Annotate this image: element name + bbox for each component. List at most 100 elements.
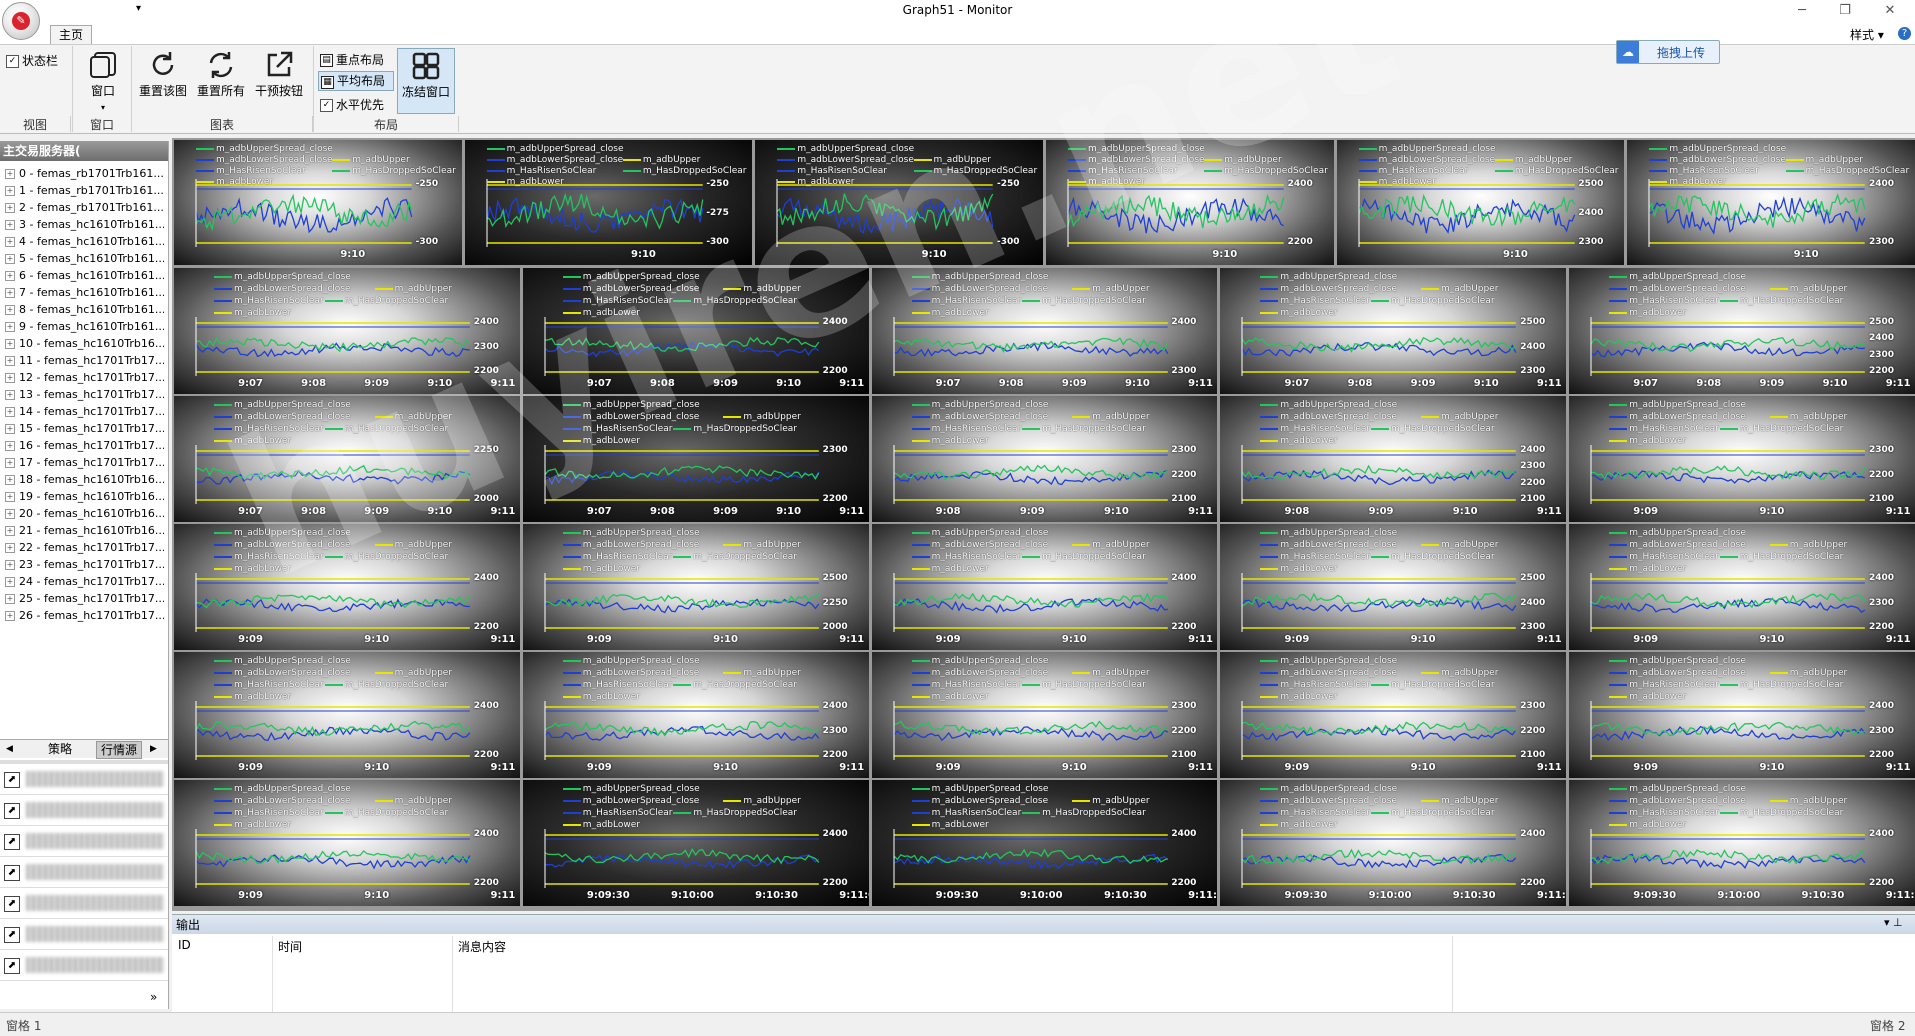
tree-item[interactable]: +5 - femas_hc1610Trb161... (0, 250, 164, 267)
tree-item[interactable]: +23 - femas_hc1701Trb17... (0, 556, 164, 573)
chart-panel[interactable]: m_adbUpperSpread_close m_adbLowerSpread_c… (1220, 396, 1567, 522)
strategy-row[interactable]: ⬈ (0, 888, 168, 919)
chart-panel[interactable]: m_adbUpperSpread_close m_adbLowerSpread_c… (1569, 268, 1915, 394)
expand-plus-icon[interactable]: + (5, 356, 15, 366)
tree-item[interactable]: +25 - femas_hc1701Trb17... (0, 590, 164, 607)
output-pin-icon[interactable]: ▾ ⊥ (1884, 916, 1903, 929)
expand-plus-icon[interactable]: + (5, 203, 15, 213)
expand-plus-icon[interactable]: + (5, 169, 15, 179)
expand-plus-icon[interactable]: + (5, 322, 15, 332)
tree-item[interactable]: +26 - femas_hc1701Trb17... (0, 607, 164, 624)
open-arrow-icon[interactable]: ⬈ (4, 803, 20, 819)
scroll-right-icon[interactable]: ▶ (146, 741, 161, 757)
chart-panel[interactable]: m_adbUpperSpread_close m_adbLowerSpread_c… (174, 268, 520, 394)
col-header-message[interactable]: 消息内容 (458, 938, 506, 955)
focus-layout-button[interactable]: ▤ 重点布局 (320, 51, 384, 68)
tree-item[interactable]: +22 - femas_hc1701Trb17... (0, 539, 164, 556)
maximize-button[interactable]: ❐ (1825, 1, 1865, 21)
chart-panel[interactable]: m_adbUpperSpread_close m_adbLowerSpread_c… (1220, 780, 1567, 906)
expand-plus-icon[interactable]: + (5, 509, 15, 519)
chart-panel[interactable]: m_adbUpperSpread_close m_adbLowerSpread_c… (174, 524, 520, 650)
reset-this-chart-button[interactable]: 重置该图 (134, 48, 192, 106)
tree-item[interactable]: +2 - femas_rb1701Trb161... (0, 199, 164, 216)
expand-plus-icon[interactable]: + (5, 577, 15, 587)
minimize-button[interactable]: ─ (1782, 1, 1822, 21)
tree-item[interactable]: +24 - femas_hc1701Trb17... (0, 573, 164, 590)
open-arrow-icon[interactable]: ⬈ (4, 834, 20, 850)
chart-panel[interactable]: m_adbUpperSpread_close m_adbLowerSpread_c… (464, 140, 753, 265)
expand-plus-icon[interactable]: + (5, 288, 15, 298)
chart-panel[interactable]: m_adbUpperSpread_close m_adbLowerSpread_c… (174, 396, 520, 522)
chart-panel[interactable]: m_adbUpperSpread_close m_adbLowerSpread_c… (755, 140, 1043, 265)
expand-plus-icon[interactable]: + (5, 441, 15, 451)
tree-item[interactable]: +12 - femas_hc1701Trb17... (0, 369, 164, 386)
even-layout-button[interactable]: ▦ 平均布局 (318, 71, 394, 91)
expand-plus-icon[interactable]: + (5, 526, 15, 536)
strategy-row[interactable]: ⬈ (0, 857, 168, 888)
open-arrow-icon[interactable]: ⬈ (4, 772, 20, 788)
expand-plus-icon[interactable]: + (5, 543, 15, 553)
chart-panel[interactable]: m_adbUpperSpread_close m_adbLowerSpread_c… (1220, 652, 1567, 778)
tree-item[interactable]: +9 - femas_hc1610Trb161... (0, 318, 164, 335)
chart-panel[interactable]: m_adbUpperSpread_close m_adbLowerSpread_c… (522, 396, 869, 522)
open-arrow-icon[interactable]: ⬈ (4, 865, 20, 881)
tab-market-source[interactable]: 行情源 (96, 741, 143, 759)
chart-panel[interactable]: m_adbUpperSpread_close m_adbLowerSpread_c… (174, 140, 462, 265)
tree-item[interactable]: +11 - femas_hc1701Trb17... (0, 352, 164, 369)
expand-plus-icon[interactable]: + (5, 305, 15, 315)
tab-home[interactable]: 主页 (50, 25, 92, 44)
style-menu[interactable]: 样式 ▾ (1850, 26, 1884, 43)
tree-item[interactable]: +0 - femas_rb1701Trb161... (0, 165, 164, 182)
tree-item[interactable]: +10 - femas_hc1610Trb16... (0, 335, 164, 352)
strategy-row[interactable]: ⬈ (0, 795, 168, 826)
strategy-row[interactable]: ⬈ (0, 950, 168, 981)
tree-item[interactable]: +16 - femas_hc1701Trb17... (0, 437, 164, 454)
expand-plus-icon[interactable]: + (5, 560, 15, 570)
chart-panel[interactable]: m_adbUpperSpread_close m_adbLowerSpread_c… (1046, 140, 1334, 265)
expand-plus-icon[interactable]: + (5, 492, 15, 502)
tree-item[interactable]: +8 - femas_hc1610Trb161... (0, 301, 164, 318)
expand-plus-icon[interactable]: + (5, 186, 15, 196)
drag-upload-button[interactable]: ☁ 拖拽上传 (1616, 40, 1720, 64)
tree-item[interactable]: +17 - femas_hc1701Trb17... (0, 454, 164, 471)
chart-panel[interactable]: m_adbUpperSpread_close m_adbLowerSpread_c… (522, 652, 869, 778)
expand-plus-icon[interactable]: + (5, 424, 15, 434)
chart-panel[interactable]: m_adbUpperSpread_close m_adbLowerSpread_c… (1569, 524, 1915, 650)
app-logo-button[interactable]: ✎ (2, 2, 40, 40)
strategy-row[interactable]: ⬈ (0, 919, 168, 950)
chart-panel[interactable]: m_adbUpperSpread_close m_adbLowerSpread_c… (871, 652, 1218, 778)
expand-plus-icon[interactable]: + (5, 594, 15, 604)
open-arrow-icon[interactable]: ⬈ (4, 927, 20, 943)
statusbar-checkbox[interactable]: ✓ 状态栏 (6, 52, 58, 69)
chart-panel[interactable]: m_adbUpperSpread_close m_adbLowerSpread_c… (1336, 140, 1625, 265)
chart-panel[interactable]: m_adbUpperSpread_close m_adbLowerSpread_c… (1220, 524, 1567, 650)
help-icon[interactable]: ? (1898, 27, 1911, 40)
expand-plus-icon[interactable]: + (5, 611, 15, 621)
expand-plus-icon[interactable]: + (5, 271, 15, 281)
expand-plus-icon[interactable]: + (5, 390, 15, 400)
chart-panel[interactable]: m_adbUpperSpread_close m_adbLowerSpread_c… (522, 524, 869, 650)
strategy-row[interactable]: ⬈ (0, 764, 168, 795)
expand-plus-icon[interactable]: + (5, 475, 15, 485)
tree-item[interactable]: +3 - femas_hc1610Trb161... (0, 216, 164, 233)
intervene-button[interactable]: 干预按钮 (250, 48, 308, 106)
tab-strategy[interactable]: 策略 (44, 741, 76, 757)
tree-item[interactable]: +6 - femas_hc1610Trb161... (0, 267, 164, 284)
col-header-id[interactable]: ID (178, 938, 191, 952)
tree-item[interactable]: +4 - femas_hc1610Trb161... (0, 233, 164, 250)
chart-panel[interactable]: m_adbUpperSpread_close m_adbLowerSpread_c… (1627, 140, 1915, 265)
freeze-window-button[interactable]: 冻结窗口 (397, 48, 455, 114)
chart-panel[interactable]: m_adbUpperSpread_close m_adbLowerSpread_c… (1569, 652, 1915, 778)
chart-panel[interactable]: m_adbUpperSpread_close m_adbLowerSpread_c… (871, 268, 1218, 394)
expand-plus-icon[interactable]: + (5, 373, 15, 383)
tree-item[interactable]: +15 - femas_hc1701Trb17... (0, 420, 164, 437)
tree-item[interactable]: +7 - femas_hc1610Trb161... (0, 284, 164, 301)
window-button[interactable]: 窗口 ▾ (84, 48, 122, 112)
chart-panel[interactable]: m_adbUpperSpread_close m_adbLowerSpread_c… (174, 780, 520, 906)
expand-plus-icon[interactable]: + (5, 220, 15, 230)
expand-icon[interactable]: » (150, 990, 157, 1004)
strategy-row[interactable]: ⬈ (0, 826, 168, 857)
expand-plus-icon[interactable]: + (5, 237, 15, 247)
chart-panel[interactable]: m_adbUpperSpread_close m_adbLowerSpread_c… (1569, 396, 1915, 522)
expand-plus-icon[interactable]: + (5, 458, 15, 468)
